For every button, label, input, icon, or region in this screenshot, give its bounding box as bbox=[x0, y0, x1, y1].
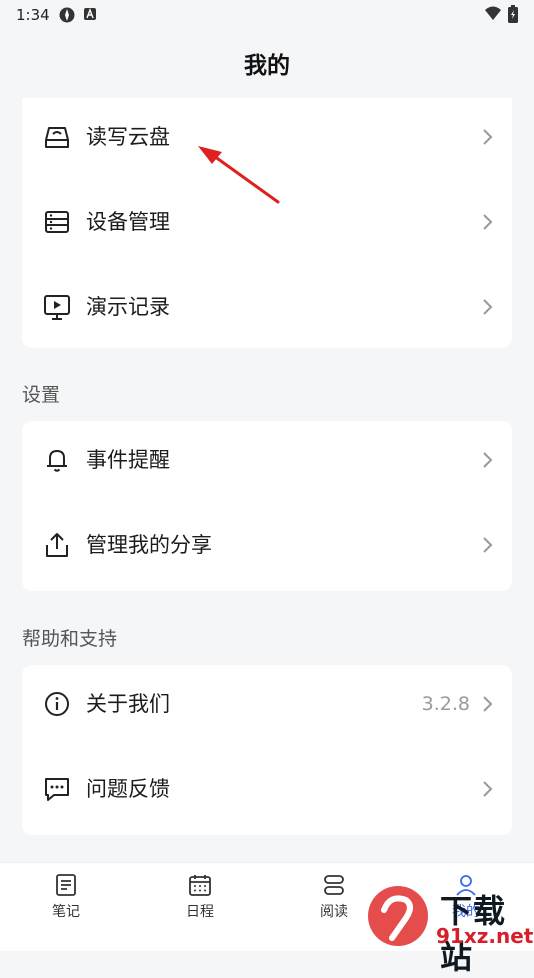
status-bar: 1:34 bbox=[0, 0, 534, 30]
app-badge-icon bbox=[84, 8, 96, 20]
tab-label: 日程 bbox=[186, 904, 214, 920]
presentation-icon bbox=[44, 295, 70, 320]
tab-schedule[interactable]: 日程 bbox=[160, 873, 240, 929]
settings-card: 事件提醒 管理我的分享 bbox=[22, 421, 512, 591]
menu-item-label: 关于我们 bbox=[86, 692, 170, 716]
cloud-drive-icon bbox=[45, 127, 69, 148]
chevron-right-icon bbox=[483, 696, 493, 712]
tab-label: 笔记 bbox=[52, 904, 80, 920]
menu-item-label: 管理我的分享 bbox=[86, 533, 212, 557]
app-notification-icon bbox=[59, 7, 75, 23]
menu-item-feedback[interactable]: 问题反馈 bbox=[22, 750, 512, 835]
menu-item-about-us[interactable]: 关于我们 3.2.8 bbox=[22, 665, 512, 750]
chevron-right-icon bbox=[483, 129, 493, 145]
status-time: 1:34 bbox=[16, 6, 50, 24]
device-list-icon bbox=[45, 211, 69, 233]
menu-item-presentation-records[interactable]: 演示记录 bbox=[22, 268, 512, 353]
top-menu-card: 读写云盘 设备管理 演示记录 bbox=[22, 98, 512, 348]
menu-item-label: 问题反馈 bbox=[86, 777, 170, 801]
settings-section-title: 设置 bbox=[22, 384, 61, 406]
help-section-title: 帮助和支持 bbox=[22, 628, 118, 650]
tab-notes[interactable]: 笔记 bbox=[26, 873, 106, 929]
chevron-right-icon bbox=[483, 781, 493, 797]
chevron-right-icon bbox=[483, 299, 493, 315]
annotation-arrow-icon bbox=[198, 146, 280, 204]
wifi-icon bbox=[485, 6, 501, 20]
feedback-icon bbox=[45, 778, 69, 801]
share-icon bbox=[46, 533, 68, 557]
help-card: 关于我们 3.2.8 问题反馈 bbox=[22, 665, 512, 835]
menu-item-label: 设备管理 bbox=[86, 210, 170, 234]
menu-item-manage-shares[interactable]: 管理我的分享 bbox=[22, 506, 512, 591]
menu-item-label: 事件提醒 bbox=[86, 448, 170, 472]
watermark-url: 91xz.net bbox=[436, 924, 534, 948]
battery-icon bbox=[508, 5, 518, 23]
notes-icon bbox=[56, 874, 76, 896]
menu-item-label: 读写云盘 bbox=[86, 125, 170, 149]
menu-item-event-reminder[interactable]: 事件提醒 bbox=[22, 421, 512, 506]
bell-icon bbox=[47, 450, 67, 472]
version-value: 3.2.8 bbox=[421, 693, 470, 715]
chevron-right-icon bbox=[483, 214, 493, 230]
calendar-icon bbox=[189, 875, 211, 896]
chevron-right-icon bbox=[483, 452, 493, 468]
chevron-right-icon bbox=[483, 537, 493, 553]
info-icon bbox=[45, 692, 69, 716]
menu-item-label: 演示记录 bbox=[86, 295, 170, 319]
read-icon bbox=[324, 875, 344, 895]
page-title: 我的 bbox=[244, 53, 290, 79]
